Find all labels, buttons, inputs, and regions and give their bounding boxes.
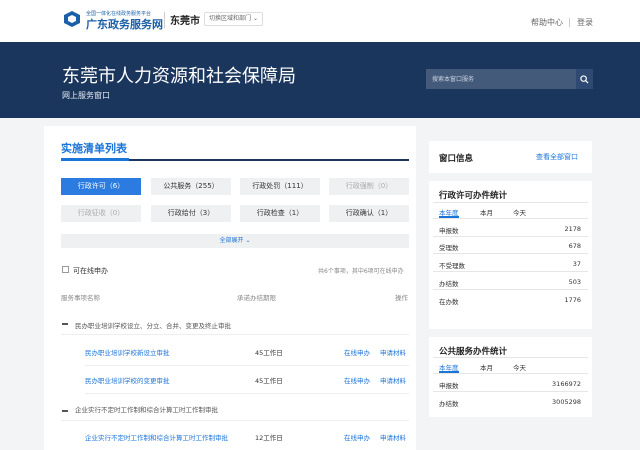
page-subtitle: 网上服务窗口	[62, 91, 110, 100]
filter-public-service[interactable]: 公共服务（255）	[151, 178, 231, 195]
stat-value: 678	[568, 242, 581, 250]
public-stats-title: 公共服务办件统计	[439, 347, 508, 357]
column-header-action: 操作	[395, 294, 408, 302]
divider	[433, 271, 588, 272]
expand-all-button[interactable]: 全部展开 ⌄	[61, 234, 409, 248]
stat-value: 3166972	[552, 380, 581, 388]
online-only-label: 可在线申办	[73, 267, 108, 275]
tab-today[interactable]: 今天	[513, 362, 526, 372]
item-count-note: 共6个事项，其中6项可在线申办	[318, 268, 404, 275]
divider	[433, 236, 588, 237]
window-info-title: 窗口信息	[439, 154, 474, 164]
filter-administrative-levy[interactable]: 行政征收（0）	[61, 205, 141, 222]
service-item-time: 45工作日	[255, 377, 283, 385]
service-item-link[interactable]: 民办职业培训学校的变更审批	[85, 375, 170, 385]
stat-value: 503	[568, 278, 581, 286]
switch-region-label: 切换区域和部门	[209, 15, 252, 22]
filter-administrative-confirmation[interactable]: 行政确认（1）	[329, 205, 409, 222]
view-all-windows-link[interactable]: 查看全部窗口	[536, 152, 578, 162]
permit-stats-panel	[429, 181, 592, 329]
filter-administrative-penalty[interactable]: 行政处罚（111）	[240, 178, 320, 195]
stat-value: 2178	[564, 225, 581, 233]
materials-link[interactable]: 申请材料	[380, 432, 406, 442]
filter-administrative-payment[interactable]: 行政给付（3）	[151, 205, 231, 222]
divider	[433, 253, 588, 254]
divider	[433, 391, 588, 392]
search-icon	[580, 74, 589, 84]
divider	[433, 289, 588, 290]
column-header-time: 承诺办结期限	[237, 294, 276, 302]
chevron-down-icon: ⌄	[252, 15, 258, 22]
tab-this-month[interactable]: 本月	[480, 207, 493, 217]
title-underline	[61, 158, 129, 161]
city-name: 东莞市	[170, 16, 200, 27]
help-center-link[interactable]: 帮助中心	[531, 17, 563, 28]
divider	[433, 357, 588, 358]
divider	[569, 18, 570, 27]
stat-label: 申报数	[439, 382, 459, 390]
logo-icon[interactable]	[62, 10, 82, 28]
collapse-icon[interactable]	[62, 323, 68, 325]
stat-label: 办结数	[439, 400, 459, 408]
login-link[interactable]: 登录	[577, 17, 593, 28]
switch-region-button[interactable]: 切换区域和部门 ⌄	[204, 12, 263, 26]
row-divider	[61, 420, 409, 421]
group-name: 民办职业培训学校设立、分立、合并、变更及终止审批	[75, 322, 231, 330]
filter-administrative-enforcement[interactable]: 行政强制（0）	[329, 178, 409, 195]
service-item-link[interactable]: 企业实行不定时工作制和综合计算工时工作制审批	[85, 432, 228, 442]
online-apply-link[interactable]: 在线申办	[344, 347, 370, 357]
filter-administrative-license[interactable]: 行政许可（6）	[61, 178, 141, 195]
service-item-link[interactable]: 民办职业培训学校新设立审批	[85, 347, 170, 357]
collapse-icon[interactable]	[62, 410, 68, 412]
permit-stats-title: 行政许可办件统计	[439, 191, 508, 201]
materials-link[interactable]: 申请材料	[380, 375, 406, 385]
page-title: 东莞市人力资源和社会保障局	[62, 66, 296, 87]
tab-today[interactable]: 今天	[513, 207, 526, 217]
service-item-time: 12工作日	[255, 434, 283, 442]
expand-all-label: 全部展开	[219, 237, 244, 244]
stat-label: 在办数	[439, 298, 459, 306]
stat-label: 申报数	[439, 227, 459, 235]
group-name: 企业实行不定时工作制和综合计算工时工作制审批	[75, 406, 218, 414]
stat-label: 不受理数	[439, 262, 465, 270]
divider	[433, 218, 588, 219]
stat-value: 1776	[564, 296, 581, 304]
row-divider	[85, 365, 409, 366]
tab-this-month[interactable]: 本月	[480, 362, 493, 372]
filter-administrative-inspection[interactable]: 行政检查（1）	[240, 205, 320, 222]
column-header-name: 服务事项名称	[61, 294, 100, 302]
service-item-time: 45工作日	[255, 349, 283, 357]
online-apply-link[interactable]: 在线申办	[344, 432, 370, 442]
title-divider	[129, 159, 409, 161]
section-title: 实施清单列表	[61, 142, 127, 155]
online-only-checkbox[interactable]	[62, 266, 69, 273]
materials-link[interactable]: 申请材料	[380, 347, 406, 357]
search-input[interactable]	[426, 69, 576, 89]
row-divider	[85, 393, 409, 394]
chevron-down-icon: ⌄	[245, 237, 251, 244]
online-apply-link[interactable]: 在线申办	[344, 375, 370, 385]
search-button[interactable]	[576, 69, 593, 89]
stat-label: 办结数	[439, 280, 459, 288]
stat-label: 受理数	[439, 244, 459, 252]
divider	[433, 202, 588, 203]
divider	[164, 12, 165, 28]
stat-value: 3005298	[552, 398, 581, 406]
logo-title[interactable]: 广东政务服务网	[86, 16, 163, 32]
implementation-list-card	[44, 126, 416, 450]
divider	[433, 373, 588, 374]
stat-value: 37	[572, 260, 581, 268]
